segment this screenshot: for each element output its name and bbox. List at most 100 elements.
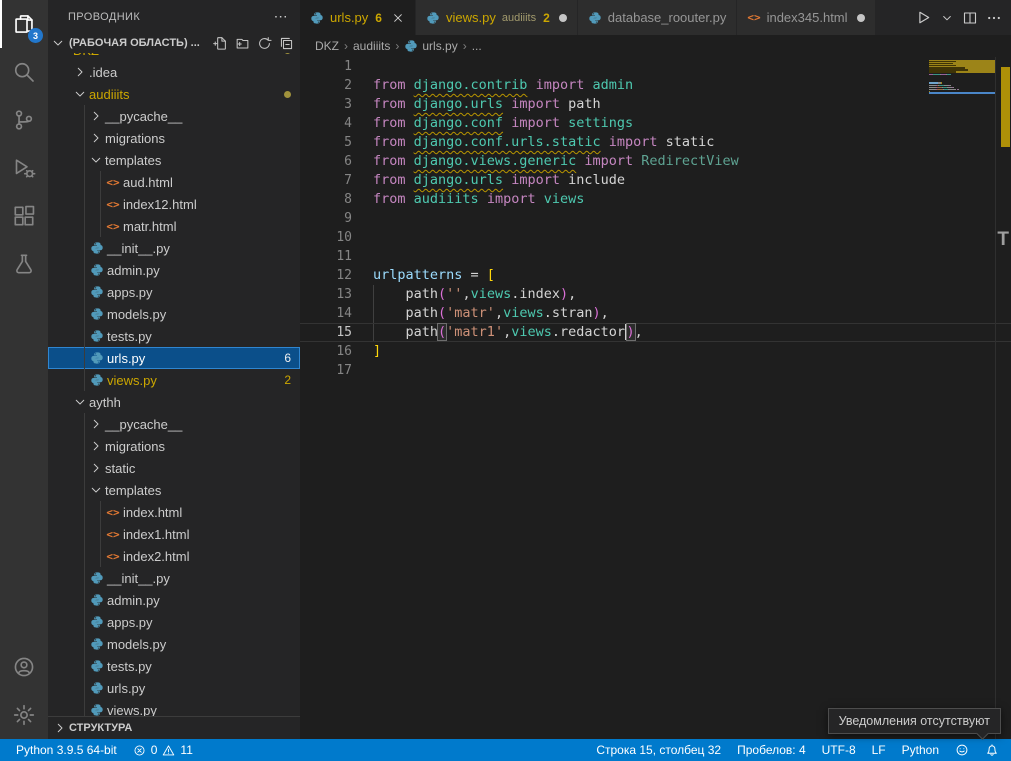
status-problems[interactable]: 011 (125, 739, 201, 761)
code-line-11[interactable]: 11 (300, 247, 1011, 266)
status-eol[interactable]: LF (864, 739, 894, 761)
tree-item-__init__.py[interactable]: __init__.py (48, 567, 300, 589)
status-python-interpreter[interactable]: Python 3.9.5 64-bit (8, 739, 125, 761)
status-bar: Python 3.9.5 64-bit011 Строка 15, столбе… (0, 739, 1011, 761)
tree-item-models.py[interactable]: models.py (48, 633, 300, 655)
code-line-14[interactable]: 14 path('matr',views.stran), (300, 304, 1011, 323)
python-file-icon (88, 351, 106, 365)
split-editor-icon[interactable] (959, 10, 981, 26)
tree-item-__pycache__[interactable]: __pycache__ (48, 105, 300, 127)
outline-section-header[interactable]: СТРУКТУРА (48, 716, 300, 739)
code-line-3[interactable]: 3from django.urls import path (300, 95, 1011, 114)
code-line-12[interactable]: 12urlpatterns = [ (300, 266, 1011, 285)
status-indentation[interactable]: Пробелов: 4 (729, 739, 814, 761)
activity-testing[interactable] (0, 240, 48, 288)
tree-item-matr.html[interactable]: <>matr.html (48, 215, 300, 237)
activity-source-control[interactable] (0, 96, 48, 144)
tab-database_roouter.py[interactable]: database_roouter.py (578, 0, 737, 35)
tree-item-urls.py[interactable]: urls.py (48, 677, 300, 699)
run-dropdown-icon[interactable] (937, 11, 957, 25)
code-line-9[interactable]: 9 (300, 209, 1011, 228)
tree-item-index.html[interactable]: <>index.html (48, 501, 300, 523)
code-line-4[interactable]: 4from django.conf import settings (300, 114, 1011, 133)
activity-explorer[interactable]: 3 (0, 0, 48, 48)
tree-item-admin.py[interactable]: admin.py (48, 589, 300, 611)
tree-indent-guide (84, 347, 85, 369)
code-editor[interactable]: 12from django.contrib import admin3from … (300, 57, 1011, 739)
tree-item-migrations[interactable]: migrations (48, 127, 300, 149)
breadcrumb-item-audiiits[interactable]: audiiits (353, 39, 390, 53)
breadcrumb-item-DKZ[interactable]: DKZ (315, 39, 339, 53)
tree-item-audiiits[interactable]: audiiits (48, 83, 300, 105)
breadcrumb-item-...[interactable]: ... (472, 39, 482, 53)
tree-item-label: index1.html (123, 527, 189, 542)
tree-item-templates[interactable]: templates (48, 479, 300, 501)
tree-item-tests.py[interactable]: tests.py (48, 325, 300, 347)
tree-item-views.py[interactable]: views.py2 (48, 369, 300, 391)
code-line-2[interactable]: 2from django.contrib import admin (300, 76, 1011, 95)
minimap[interactable] (929, 58, 995, 95)
tree-item-migrations[interactable]: migrations (48, 435, 300, 457)
status-feedback[interactable] (947, 739, 977, 761)
tree-item-admin.py[interactable]: admin.py (48, 259, 300, 281)
overview-ruler-scrollbar[interactable]: T (995, 57, 1011, 739)
tree-item-.idea[interactable]: .idea (48, 61, 300, 83)
new-folder-icon[interactable] (235, 36, 250, 51)
tree-indent-guide (100, 501, 101, 523)
tree-item-models.py[interactable]: models.py (48, 303, 300, 325)
code-line-8[interactable]: 8from audiiits import views (300, 190, 1011, 209)
workspace-label: (РАБОЧАЯ ОБЛАСТЬ) ... (69, 37, 200, 49)
tree-item-apps.py[interactable]: apps.py (48, 281, 300, 303)
tree-item-label: urls.py (107, 351, 145, 366)
code-line-15[interactable]: 15 path('matr1',views.redactor), (300, 323, 1011, 342)
status-language-mode[interactable]: Python (894, 739, 947, 761)
activity-run-debug[interactable] (0, 144, 48, 192)
activity-account[interactable] (0, 643, 48, 691)
python-file-icon (88, 615, 106, 629)
tree-item-__init__.py[interactable]: __init__.py (48, 237, 300, 259)
tree-item-__pycache__[interactable]: __pycache__ (48, 413, 300, 435)
tree-item-aud.html[interactable]: <>aud.html (48, 171, 300, 193)
tab-index345.html[interactable]: <>index345.html (737, 0, 874, 35)
tree-item-urls.py[interactable]: urls.py6 (48, 347, 300, 369)
activity-search[interactable] (0, 48, 48, 96)
refresh-icon[interactable] (257, 36, 272, 51)
tree-item-apps.py[interactable]: apps.py (48, 611, 300, 633)
tab-views.py[interactable]: views.pyaudiiits2 (416, 0, 577, 35)
tree-item-aythh[interactable]: aythh (48, 391, 300, 413)
sidebar-more-icon[interactable]: ⋯ (274, 8, 288, 25)
tree-item-templates[interactable]: templates (48, 149, 300, 171)
code-line-7[interactable]: 7from django.urls import include (300, 171, 1011, 190)
code-line-5[interactable]: 5from django.conf.urls.static import sta… (300, 133, 1011, 152)
workspace-section-header[interactable]: (РАБОЧАЯ ОБЛАСТЬ) ... (48, 33, 300, 53)
tree-item-DKZ[interactable]: DKZ (48, 53, 300, 61)
collapse-all-icon[interactable] (279, 36, 294, 51)
activity-extensions[interactable] (0, 192, 48, 240)
run-icon[interactable] (912, 9, 935, 26)
python-file-icon (88, 637, 106, 651)
status-notifications[interactable] (977, 739, 1007, 761)
tree-item-static[interactable]: static (48, 457, 300, 479)
status-encoding[interactable]: UTF-8 (814, 739, 864, 761)
code-line-6[interactable]: 6from django.views.generic import Redire… (300, 152, 1011, 171)
code-line-10[interactable]: 10 (300, 228, 1011, 247)
tree-item-index1.html[interactable]: <>index1.html (48, 523, 300, 545)
code-line-16[interactable]: 16] (300, 342, 1011, 361)
code-line-17[interactable]: 17 (300, 361, 1011, 380)
tree-item-tests.py[interactable]: tests.py (48, 655, 300, 677)
tree-item-index12.html[interactable]: <>index12.html (48, 193, 300, 215)
run-debug-icon (12, 156, 36, 180)
breadcrumb-item-urls.py[interactable]: urls.py (404, 39, 457, 53)
tree-item-index2.html[interactable]: <>index2.html (48, 545, 300, 567)
tab-urls.py[interactable]: urls.py6 (300, 0, 415, 35)
code-line-1[interactable]: 1 (300, 57, 1011, 76)
new-file-icon[interactable] (213, 36, 228, 51)
close-icon[interactable] (391, 11, 405, 25)
tree-item-label: templates (105, 153, 161, 168)
code-line-13[interactable]: 13 path('',views.index), (300, 285, 1011, 304)
more-actions-icon[interactable] (983, 10, 1005, 26)
activity-settings[interactable] (0, 691, 48, 739)
tree-item-views.py[interactable]: views.py (48, 699, 300, 717)
tree-item-label: DKZ (73, 53, 99, 58)
status-cursor-position[interactable]: Строка 15, столбец 32 (588, 739, 729, 761)
